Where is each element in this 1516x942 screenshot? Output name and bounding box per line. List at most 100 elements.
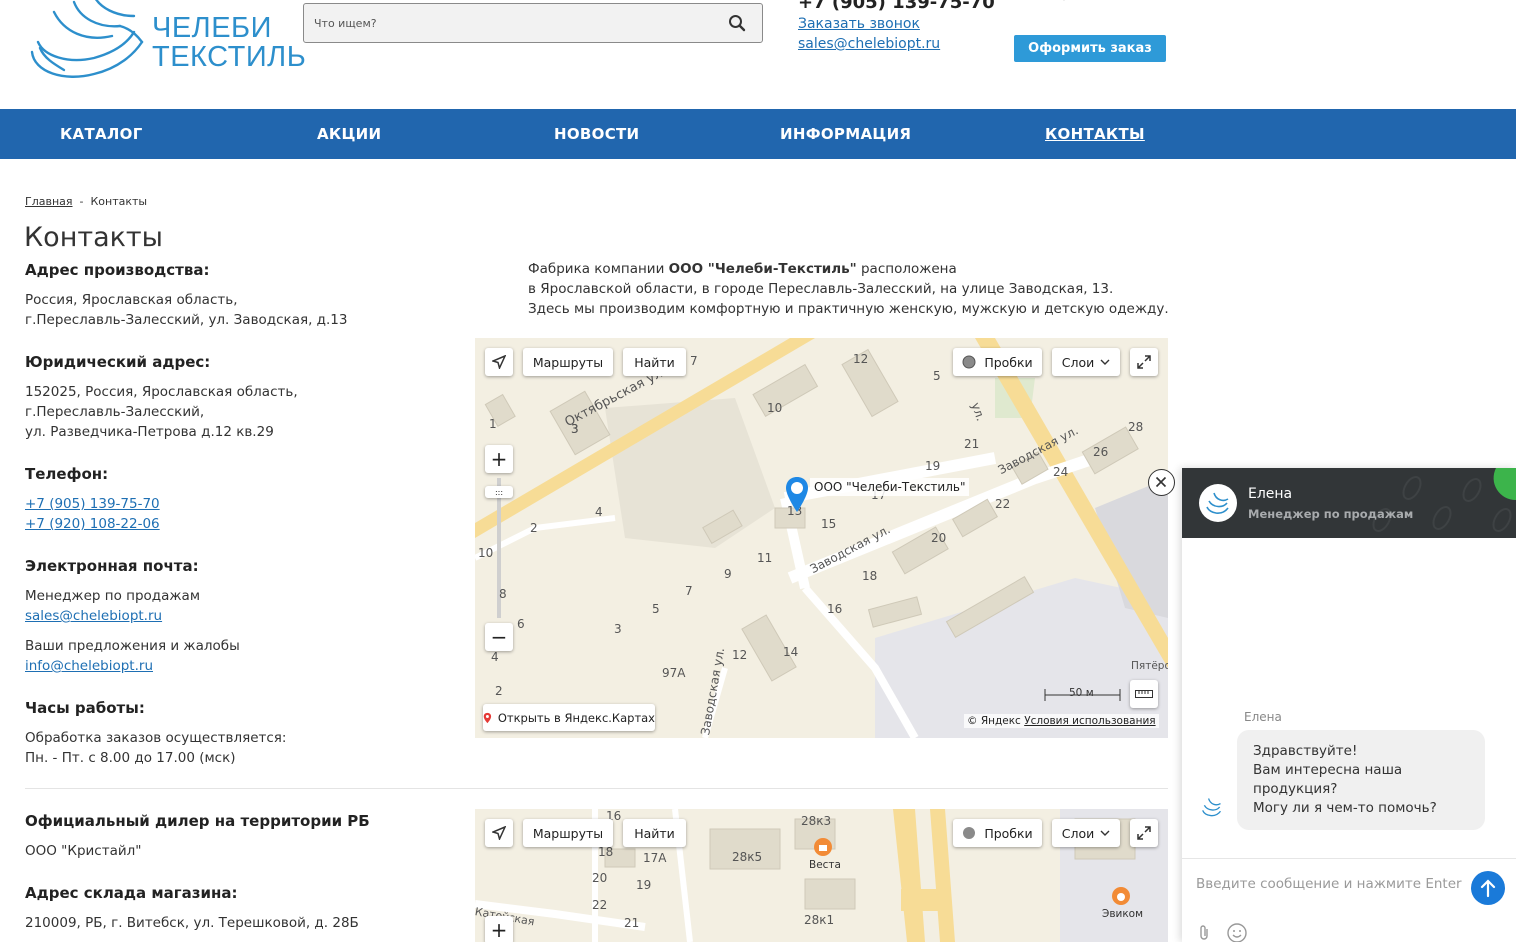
shop-icon[interactable] xyxy=(813,837,833,857)
ruler-button[interactable] xyxy=(1130,680,1158,708)
map-house-number: 3 xyxy=(571,422,579,436)
layers-label: Слои xyxy=(1061,354,1095,370)
logo-line-2: ТЕКСТИЛЬ xyxy=(152,41,307,73)
message-line: Здравствуйте! xyxy=(1253,743,1358,759)
find-button[interactable]: Найти xyxy=(623,819,686,847)
nav-item-news[interactable]: НОВОСТИ xyxy=(554,125,639,143)
traffic-button[interactable]: Пробки xyxy=(953,819,1042,847)
find-button[interactable]: Найти xyxy=(623,348,686,376)
map-house-number: 12 xyxy=(853,352,869,366)
chat-message-input[interactable] xyxy=(1196,876,1466,892)
traffic-light-icon xyxy=(962,355,976,369)
search-icon[interactable] xyxy=(728,14,746,32)
hours-line-2: Пн. - Пт. с 8.00 до 17.00 (мск) xyxy=(25,750,236,766)
chat-header: Елена Менеджер по продажам xyxy=(1182,468,1516,538)
nav-item-info[interactable]: ИНФОРМАЦИЯ xyxy=(780,125,911,143)
dealer-name: ООО "Кристайл" xyxy=(25,843,142,859)
phone-link-2[interactable]: +7 (920) 108-22-06 xyxy=(25,514,160,534)
chevron-down-icon xyxy=(1100,830,1110,836)
legal-address-line-2: г.Переславль-Залесский, xyxy=(25,404,205,420)
warehouse-label: Адрес склада магазина: xyxy=(25,884,238,902)
minus-icon: − xyxy=(490,625,508,649)
map-house-number: 8 xyxy=(499,587,507,601)
map-terms-link[interactable]: Условия использования xyxy=(1024,715,1155,727)
map-house-number: 5 xyxy=(652,602,660,616)
callback-link[interactable]: Заказать звонок xyxy=(798,16,920,32)
map-house-number: 15 xyxy=(821,517,837,531)
production-address-line-2: г.Переславль-Залесский, ул. Заводская, д… xyxy=(25,312,348,328)
nav-item-sales[interactable]: АКЦИИ xyxy=(317,125,381,143)
factory-map[interactable]: Октябрьская ул. Заводская ул. Заводская … xyxy=(475,338,1168,738)
email-sales-link[interactable]: sales@chelebiopt.ru xyxy=(25,606,162,626)
warehouse-map[interactable]: Катоўская 161817А28к328к52019222128к1 Ве… xyxy=(475,809,1168,942)
map-house-number: 10 xyxy=(767,401,783,415)
dealer-label: Официальный дилер на территории РБ xyxy=(25,812,370,830)
phone-link-1[interactable]: +7 (905) 139-75-70 xyxy=(25,494,160,514)
fullscreen-button[interactable] xyxy=(1130,348,1158,376)
nav-item-contacts[interactable]: КОНТАКТЫ xyxy=(1045,125,1145,143)
breadcrumb: Главная - Контакты xyxy=(25,195,147,208)
agent-avatar xyxy=(1199,484,1237,522)
email-label: Электронная почта: xyxy=(25,557,199,575)
map-pin-icon xyxy=(483,712,492,723)
search-box xyxy=(303,3,763,43)
zoom-out-button[interactable]: − xyxy=(485,623,513,651)
chat-close-button[interactable] xyxy=(1148,469,1175,496)
location-pin-icon[interactable] xyxy=(785,476,809,514)
arrow-up-icon xyxy=(1480,879,1496,898)
production-address-label: Адрес производства: xyxy=(25,261,210,279)
fullscreen-button[interactable] xyxy=(1130,819,1158,847)
ruler-icon xyxy=(1135,690,1153,698)
map-house-number: 18 xyxy=(862,569,878,583)
checkout-button[interactable]: Оформить заказ xyxy=(1014,35,1166,62)
map-house-number: 28 xyxy=(1128,420,1144,434)
legal-address-line-3: ул. Разведчика-Петрова д.12 кв.29 xyxy=(25,424,274,440)
layers-button[interactable]: Слои xyxy=(1052,819,1120,847)
emoji-icon[interactable] xyxy=(1227,923,1247,942)
map-house-number: 26 xyxy=(1093,445,1109,459)
map-attribution: © Яндекс Условия использования xyxy=(964,714,1159,728)
routes-button[interactable]: Маршруты xyxy=(523,348,613,376)
intro-line-2: в Ярославской области, в городе Переслав… xyxy=(528,281,1114,297)
factory-intro: Фабрика компании ООО "Челеби-Текстиль" р… xyxy=(528,259,1169,319)
map-house-number: 7 xyxy=(690,354,698,368)
breadcrumb-current: Контакты xyxy=(90,195,148,208)
shop-icon[interactable] xyxy=(1111,886,1131,906)
search-input[interactable] xyxy=(304,4,704,42)
header-phone[interactable]: +7 (905) 139-75-70 xyxy=(798,0,995,13)
locate-button[interactable] xyxy=(485,348,513,376)
traffic-button[interactable]: Пробки xyxy=(953,348,1042,376)
hours-label: Часы работы: xyxy=(25,699,145,717)
breadcrumb-home[interactable]: Главная xyxy=(25,195,73,208)
map-poi-label: Пятёро xyxy=(1131,660,1168,672)
map-house-number: 5 xyxy=(933,369,941,383)
map-copyright: © Яндекс xyxy=(967,715,1021,727)
map-house-number: 97А xyxy=(662,666,686,680)
page-title: Контакты xyxy=(24,222,163,253)
map-house-number: 22 xyxy=(592,898,608,912)
locate-button[interactable] xyxy=(485,819,513,847)
plus-icon: + xyxy=(490,447,508,471)
map-house-number: 16 xyxy=(827,602,843,616)
nav-item-catalog[interactable]: КАТАЛОГ xyxy=(60,125,143,143)
email-info-caption: Ваши предложения и жалобы xyxy=(25,638,240,654)
map-poi-label: Веста xyxy=(809,859,841,871)
map-house-number: 11 xyxy=(757,551,773,565)
open-in-yandex-link[interactable]: Открыть в Яндекс.Картах xyxy=(483,704,655,731)
layers-button[interactable]: Слои xyxy=(1052,348,1120,376)
paperclip-icon[interactable] xyxy=(1197,924,1211,942)
map-house-number: 28к1 xyxy=(804,913,835,927)
plus-icon: + xyxy=(490,918,508,942)
zoom-slider-handle[interactable]: ::: xyxy=(485,486,513,498)
expand-icon xyxy=(1137,826,1151,840)
map-house-number: 3 xyxy=(614,622,622,636)
zoom-in-button[interactable]: + xyxy=(485,445,513,473)
zoom-in-button[interactable]: + xyxy=(485,916,513,942)
send-button[interactable] xyxy=(1471,871,1505,905)
header-email-link[interactable]: sales@chelebiopt.ru xyxy=(798,36,940,52)
map-marker-label[interactable]: ООО "Челеби-Текстиль" xyxy=(810,478,970,496)
map-house-number: 4 xyxy=(595,505,603,519)
traffic-light-icon xyxy=(963,827,976,839)
email-info-link[interactable]: info@chelebiopt.ru xyxy=(25,656,153,676)
routes-button[interactable]: Маршруты xyxy=(523,819,613,847)
